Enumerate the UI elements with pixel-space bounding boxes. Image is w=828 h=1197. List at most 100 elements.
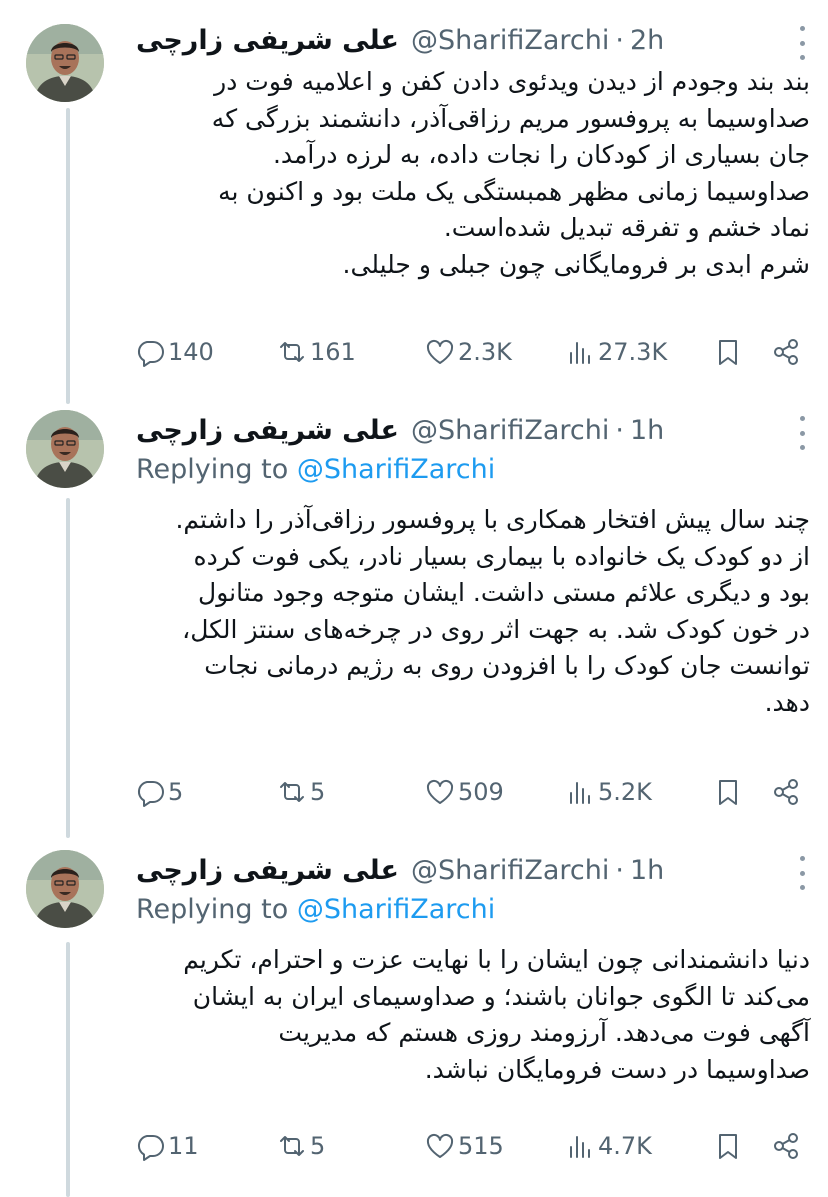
share-button[interactable] (770, 334, 802, 370)
bookmark-icon (719, 780, 737, 805)
bookmark-button[interactable] (712, 774, 744, 810)
tweet[interactable]: علی شریفی زارچی @SharifiZarchi · 1h Repl… (0, 850, 828, 1190)
tweet-text-line: دنیا دانشمندانی چون ایشان را با نهایت عز… (183, 945, 810, 974)
views-icon (570, 782, 590, 804)
bookmark-button[interactable] (712, 334, 744, 370)
tweet-time[interactable]: 2h (630, 25, 664, 56)
avatar[interactable] (26, 410, 104, 488)
reply-icon (137, 341, 164, 367)
tweet-text-line: بند بند وجودم از دیدن ویدئوی دادن کفن و … (214, 67, 810, 96)
tweet-text: چند سال پیش افتخار همکاری با پروفسور رزا… (130, 502, 810, 721)
reply-icon (137, 781, 164, 807)
more-options-icon[interactable] (796, 856, 808, 890)
reply-icon (137, 1135, 164, 1161)
author-name[interactable]: علی شریفی زارچی (136, 415, 399, 446)
share-icon (774, 339, 798, 365)
retweet-count: 5 (310, 778, 326, 806)
action-bar: 140 161 2.3K 27.3K (134, 334, 804, 370)
tweet-header: علی شریفی زارچی @SharifiZarchi · 1h (136, 850, 664, 890)
like-button[interactable]: 2.3K (424, 334, 512, 370)
share-button[interactable] (770, 774, 802, 810)
tweet-text-line: صداوسیما زمانی مظهر همبستگی یک ملت بود و… (218, 176, 810, 206)
views-button[interactable]: 27.3K (564, 334, 667, 370)
retweet-icon (280, 342, 304, 362)
tweet-text-line: می‌کند تا الگوی جوانان باشند؛ و صداوسیما… (192, 981, 810, 1011)
tweet-text-line: صداوسیما در دست فرومایگان نباشد. (424, 1054, 810, 1084)
author-handle[interactable]: @SharifiZarchi (411, 855, 609, 886)
share-button[interactable] (770, 1128, 802, 1164)
tweet-text-line: آگهی فوت می‌دهد. آرزومند روزی هستم که مد… (278, 1018, 810, 1047)
retweet-count: 5 (310, 1132, 326, 1160)
heart-icon (426, 1133, 454, 1158)
tweet-time[interactable]: 1h (630, 855, 664, 886)
like-count: 509 (458, 778, 504, 806)
share-icon (774, 1133, 798, 1159)
tweet-text-line: صداوسیما به پروفسور مریم رزاقی‌آذر، دانش… (211, 103, 810, 133)
views-button[interactable]: 4.7K (564, 1128, 652, 1164)
avatar-photo (26, 850, 104, 928)
reply-button[interactable]: 11 (134, 1128, 199, 1164)
views-count: 27.3K (598, 338, 668, 366)
tweet-time[interactable]: 1h (630, 415, 664, 446)
tweet-text-line: از دو کودک یک خانواده با بیماری بسیار نا… (193, 541, 810, 571)
action-bar: 5 5 509 5.2K (134, 774, 804, 810)
views-count: 5.2K (598, 778, 652, 806)
views-button[interactable]: 5.2K (564, 774, 652, 810)
reply-button[interactable]: 5 (134, 774, 183, 810)
tweet-header: علی شریفی زارچی @SharifiZarchi · 1h (136, 410, 664, 450)
like-button[interactable]: 509 (424, 774, 504, 810)
author-handle[interactable]: @SharifiZarchi (411, 415, 609, 446)
reply-count: 11 (168, 1132, 199, 1160)
avatar[interactable] (26, 850, 104, 928)
author-name[interactable]: علی شریفی زارچی (136, 855, 399, 886)
views-icon (570, 342, 590, 364)
bookmark-button[interactable] (712, 1128, 744, 1164)
author-name[interactable]: علی شریفی زارچی (136, 25, 399, 56)
replying-to: Replying to @SharifiZarchi (136, 894, 495, 925)
retweet-icon (280, 1136, 304, 1156)
tweet-text-line: توانست جان کودک را با افزودن روی به رژیم… (204, 651, 810, 680)
reply-count: 5 (168, 778, 184, 806)
tweet-text: بند بند وجودم از دیدن ویدئوی دادن کفن و … (130, 64, 810, 283)
avatar[interactable] (26, 24, 104, 102)
bookmark-icon (719, 340, 737, 365)
tweet-text-line: در خون کودک شد. به جهت اثر روی در چرخه‌ه… (182, 614, 810, 644)
tweet-text-line: بود و دیگری علائم مستی داشت. ایشان متوجه… (198, 578, 810, 607)
more-options-icon[interactable] (796, 26, 808, 60)
views-icon (570, 1136, 590, 1158)
bookmark-icon (719, 1134, 737, 1159)
more-options-icon[interactable] (796, 416, 808, 450)
heart-icon (426, 779, 454, 804)
like-count: 515 (458, 1132, 504, 1160)
retweet-icon (280, 782, 304, 802)
retweet-button[interactable]: 161 (276, 334, 356, 370)
heart-icon (426, 339, 454, 364)
share-icon (774, 779, 798, 805)
tweet[interactable]: علی شریفی زارچی @SharifiZarchi · 1h Repl… (0, 410, 828, 810)
retweet-count: 161 (310, 338, 356, 366)
tweet-text-line: جان بسیاری از کودکان را نجات داده، به لر… (272, 140, 810, 169)
separator-dot: · (615, 24, 624, 56)
separator-dot: · (615, 414, 624, 446)
author-handle[interactable]: @SharifiZarchi (411, 25, 609, 56)
tweet-text-line: دهد. (764, 687, 810, 717)
reply-button[interactable]: 140 (134, 334, 214, 370)
action-bar: 11 5 515 4.7K (134, 1128, 804, 1164)
tweet-text-line: شرم ابدی بر فرومایگانی چون جبلی و جلیلی. (342, 249, 810, 279)
tweet[interactable]: علی شریفی زارچی @SharifiZarchi · 2h بند … (0, 20, 828, 380)
replying-to-handle[interactable]: @SharifiZarchi (297, 894, 495, 925)
replying-to-label: Replying to (136, 894, 289, 925)
replying-to-handle[interactable]: @SharifiZarchi (297, 454, 495, 485)
reply-count: 140 (168, 338, 214, 366)
retweet-button[interactable]: 5 (276, 1128, 325, 1164)
like-button[interactable]: 515 (424, 1128, 504, 1164)
replying-to: Replying to @SharifiZarchi (136, 454, 495, 485)
avatar-photo (26, 24, 104, 102)
views-count: 4.7K (598, 1132, 652, 1160)
like-count: 2.3K (458, 338, 512, 366)
retweet-button[interactable]: 5 (276, 774, 325, 810)
replying-to-label: Replying to (136, 454, 289, 485)
tweet-header: علی شریفی زارچی @SharifiZarchi · 2h (136, 20, 664, 60)
tweet-text: دنیا دانشمندانی چون ایشان را با نهایت عز… (130, 942, 810, 1088)
separator-dot: · (615, 854, 624, 886)
